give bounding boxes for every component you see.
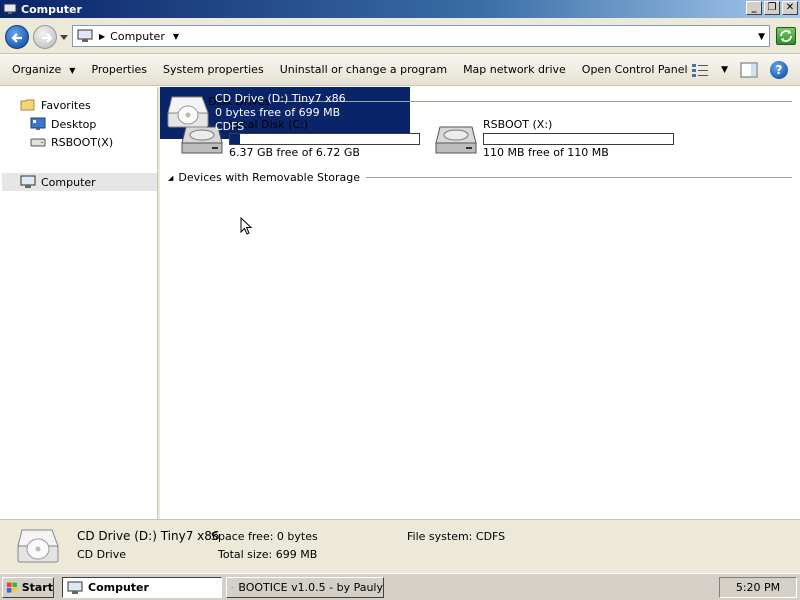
- computer-icon: [20, 175, 36, 188]
- details-item-name: CD Drive (D:) Tiny7 x86: [77, 529, 220, 543]
- details-value: CDFS: [475, 530, 506, 543]
- drive-icon: [30, 138, 46, 147]
- details-file-system: File system: CDFS: [407, 530, 505, 543]
- properties-button[interactable]: Properties: [83, 63, 155, 76]
- computer-icon: [67, 581, 83, 594]
- hard-drive-icon: [435, 126, 477, 154]
- capacity-bar: [229, 133, 420, 145]
- back-arrow-icon: [11, 33, 22, 43]
- command-bar: Organize ▼ Properties System properties U…: [0, 54, 800, 86]
- map-network-drive-button[interactable]: Map network drive: [455, 63, 574, 76]
- drive-name: CD Drive (D:) Tiny7 x86: [215, 92, 346, 105]
- computer-icon: [77, 29, 93, 42]
- group-divider: [366, 177, 792, 178]
- mouse-cursor-icon: [240, 217, 252, 235]
- details-pane: CD Drive (D:) Tiny7 x86 CD Drive Space f…: [0, 519, 800, 573]
- drive-local-disk-c[interactable]: Local Disk (C:) 6.37 GB free of 6.72 GB: [174, 113, 424, 165]
- drive-free-space: 0 bytes free of 699 MB: [215, 106, 341, 119]
- chevron-down-icon: ▼: [69, 66, 76, 75]
- start-button[interactable]: Start: [2, 577, 54, 598]
- drive-free-space: 6.37 GB free of 6.72 GB: [229, 146, 360, 159]
- preview-pane-icon[interactable]: [740, 62, 758, 78]
- nav-item-computer[interactable]: Computer: [2, 173, 157, 191]
- taskbar-item-label: BOOTICE v1.0.5 - by Pauly: [238, 581, 383, 594]
- change-view-icon[interactable]: [691, 62, 709, 78]
- computer-icon: [3, 3, 17, 14]
- help-icon[interactable]: ?: [770, 61, 788, 79]
- minimize-button[interactable]: _: [746, 1, 762, 15]
- breadcrumb-arrow-icon[interactable]: ▶: [99, 32, 105, 41]
- open-control-panel-button[interactable]: Open Control Panel: [574, 63, 696, 76]
- details-item-type: CD Drive: [77, 548, 126, 561]
- forward-arrow-icon: [42, 33, 53, 43]
- capacity-bar: [483, 133, 674, 145]
- breadcrumb-computer[interactable]: Computer: [110, 30, 165, 43]
- nav-item-desktop[interactable]: Desktop: [30, 116, 96, 132]
- system-tray-clock[interactable]: 5:20 PM: [719, 577, 797, 598]
- group-divider: [276, 101, 792, 102]
- start-label: Start: [21, 581, 53, 594]
- details-key: File system:: [407, 530, 473, 543]
- favorites-folder-icon: [20, 99, 35, 111]
- file-list: ◢ Hard Disk Drives Local Disk (C:) 6.37 …: [160, 87, 800, 519]
- windows-logo-icon: [6, 582, 17, 593]
- drive-rsboot-x[interactable]: RSBOOT (X:) 110 MB free of 110 MB: [428, 113, 678, 165]
- nav-item-rsboot[interactable]: RSBOOT(X): [30, 134, 113, 150]
- refresh-icon: [780, 30, 792, 42]
- details-key: Total size:: [218, 548, 273, 561]
- group-label: Devices with Removable Storage: [178, 171, 361, 184]
- group-header-removable[interactable]: ◢ Devices with Removable Storage: [168, 171, 792, 184]
- drive-file-system: CDFS: [215, 120, 245, 133]
- back-button[interactable]: [5, 25, 29, 49]
- nav-label: Favorites: [41, 98, 91, 112]
- details-total-size: Total size: 699 MB: [218, 548, 317, 561]
- nav-label: Desktop: [51, 117, 97, 131]
- details-value: 699 MB: [275, 548, 318, 561]
- address-dropdown-icon[interactable]: ▼: [758, 32, 765, 42]
- history-dropdown-icon[interactable]: [60, 35, 68, 41]
- organize-label: Organize: [12, 63, 62, 76]
- cd-drive-icon: [17, 529, 59, 563]
- taskbar-item-bootice[interactable]: BOOTICE v1.0.5 - by Pauly: [226, 577, 384, 598]
- breadcrumb-dropdown-icon[interactable]: ▼: [173, 32, 179, 41]
- more-views-icon[interactable]: ▼: [721, 65, 728, 75]
- nav-item-favorites[interactable]: Favorites: [20, 97, 91, 113]
- capacity-fill: [230, 134, 240, 144]
- maximize-button[interactable]: ❐: [764, 1, 780, 15]
- forward-button[interactable]: [33, 25, 57, 49]
- details-key: Space free:: [211, 530, 274, 543]
- details-space-free: Space free: 0 bytes: [211, 530, 318, 543]
- title-bar[interactable]: Computer _ ❐ ✕: [0, 0, 800, 18]
- navigation-pane: Favorites Desktop RSBOOT(X) Computer: [0, 87, 158, 519]
- nav-label: RSBOOT(X): [51, 135, 114, 149]
- taskbar-item-label: Computer: [88, 581, 149, 594]
- desktop-icon: [30, 117, 46, 130]
- uninstall-program-button[interactable]: Uninstall or change a program: [272, 63, 455, 76]
- system-properties-button[interactable]: System properties: [155, 63, 272, 76]
- collapse-icon: ◢: [168, 173, 174, 182]
- close-button[interactable]: ✕: [782, 1, 798, 15]
- drive-name: RSBOOT (X:): [483, 118, 553, 131]
- refresh-button[interactable]: [776, 27, 796, 45]
- address-input[interactable]: ▶ Computer ▼ ▼: [72, 25, 770, 47]
- taskbar: Start Computer BOOTICE v1.0.5 - by Pauly…: [0, 573, 800, 600]
- details-value: 0 bytes: [276, 530, 318, 543]
- bootice-icon: [231, 586, 234, 589]
- cd-drive-icon: [167, 96, 209, 128]
- address-bar-area: ▶ Computer ▼ ▼: [0, 18, 800, 54]
- window-title: Computer: [21, 2, 82, 16]
- drive-free-space: 110 MB free of 110 MB: [483, 146, 609, 159]
- organize-button[interactable]: Organize ▼: [0, 63, 83, 76]
- taskbar-item-computer[interactable]: Computer: [62, 577, 222, 598]
- nav-label: Computer: [41, 175, 96, 189]
